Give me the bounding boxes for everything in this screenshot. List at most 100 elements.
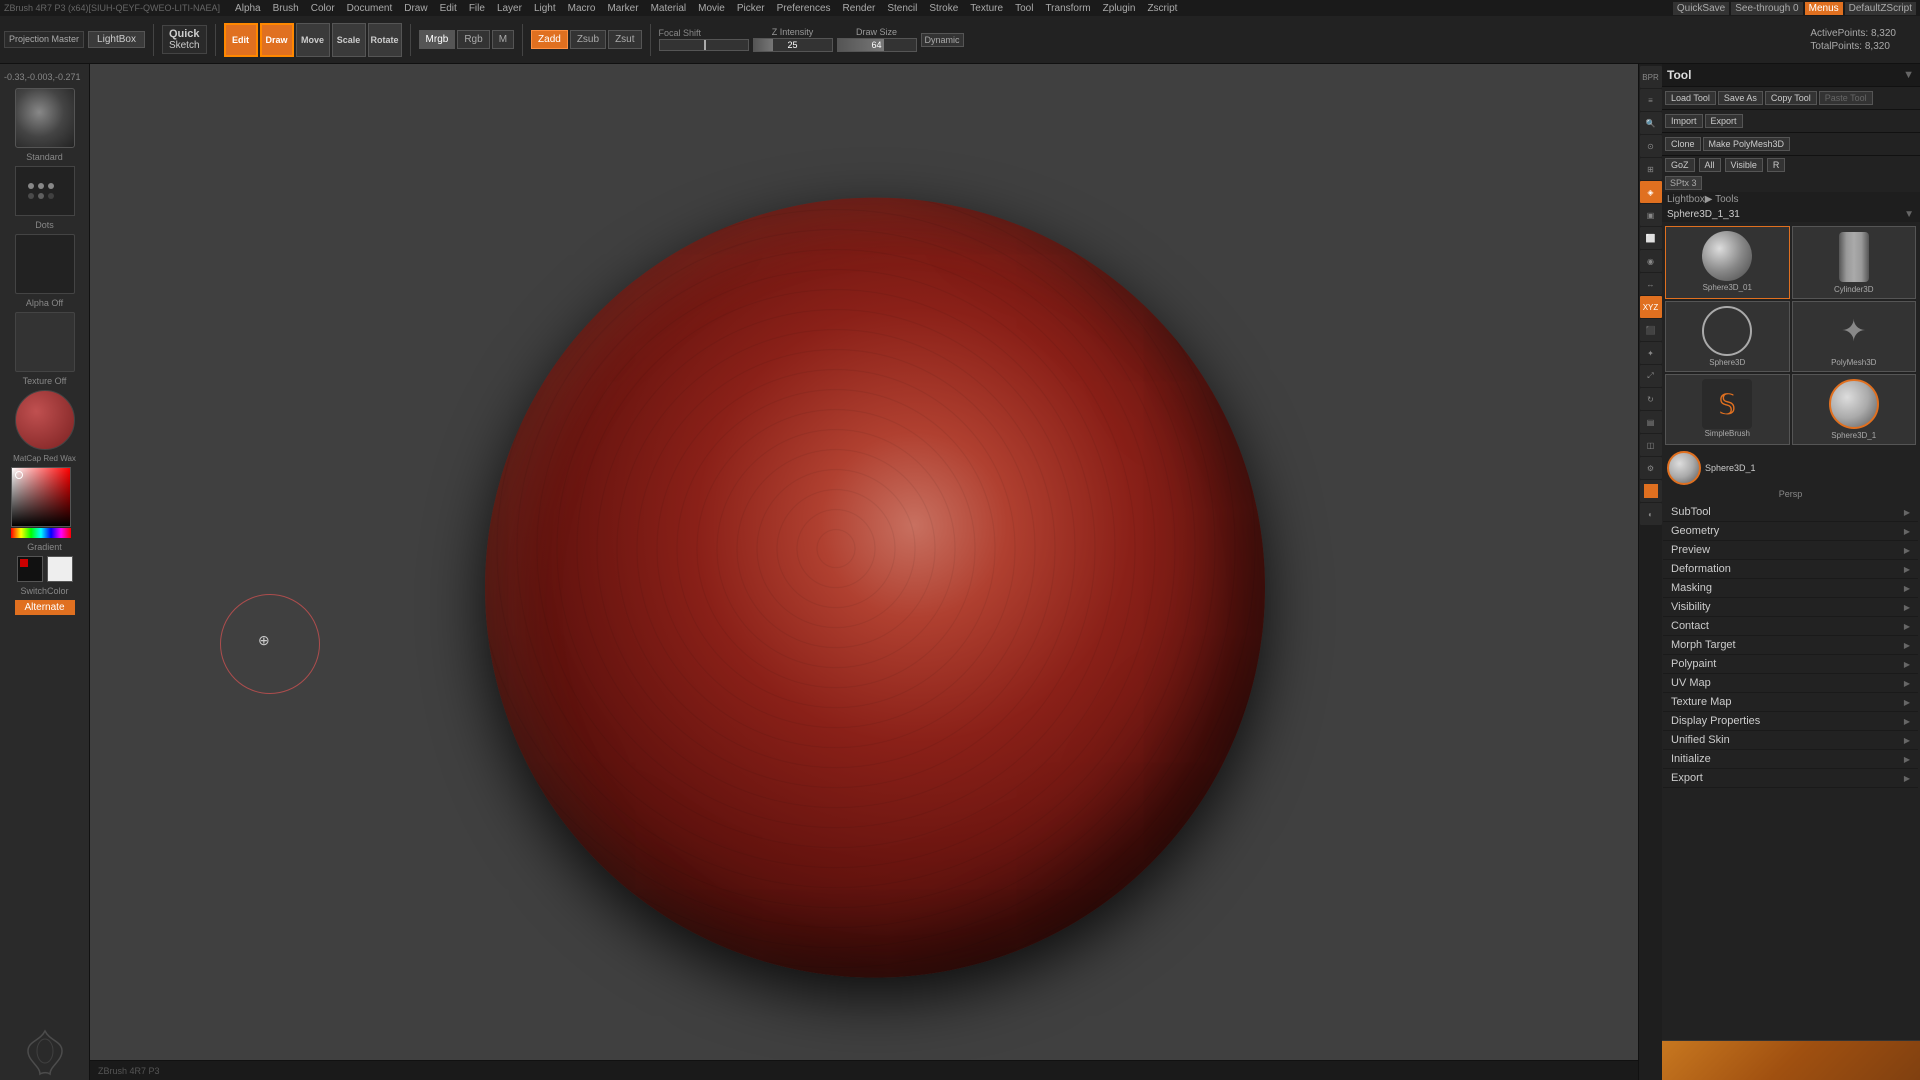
menu-document[interactable]: Document [342,3,398,14]
z-intensity-slider[interactable]: 25 [753,38,833,52]
deformation-item[interactable]: Deformation ▶ [1663,560,1918,579]
alternate-button[interactable]: Alternate [15,600,75,615]
move-button[interactable]: Move [296,23,330,57]
edit-button[interactable]: Edit [224,23,258,57]
zsut-button[interactable]: Zsut [608,30,641,49]
projection-master[interactable]: Projection Master [4,31,84,48]
copy-tool-button[interactable]: Copy Tool [1765,91,1817,105]
menu-render[interactable]: Render [838,3,881,14]
frame-icon-btn[interactable]: ⬛ [1640,319,1662,341]
menu-zplugin[interactable]: Zplugin [1098,3,1141,14]
preview-item[interactable]: Preview ▶ [1663,541,1918,560]
menu-color[interactable]: Color [306,3,340,14]
menu-transform[interactable]: Transform [1040,3,1095,14]
canvas-background[interactable]: ⊕ [90,64,1660,1080]
visible-button[interactable]: Visible [1725,158,1763,172]
floor-icon-btn[interactable]: ⬜ [1640,227,1662,249]
mesh-thumb-cylinder3d[interactable]: Cylinder3D [1792,226,1917,299]
dynamic-icon-btn[interactable]: ◈ [1640,181,1662,203]
texture-preview[interactable] [15,312,75,372]
make-polymesh3d-button[interactable]: Make PolyMesh3D [1703,137,1791,151]
local-icon-btn[interactable]: ◉ [1640,250,1662,272]
sphere-object[interactable] [485,198,1265,978]
color-gradient-square[interactable] [11,467,71,527]
clone-button[interactable]: Clone [1665,137,1701,151]
scale-icon-btn[interactable]: ⤢ [1640,365,1662,387]
export-button[interactable]: Export [1705,114,1743,128]
persp-icon-btn[interactable]: ▣ [1640,204,1662,226]
zsub-button[interactable]: Zsub [570,30,606,49]
menu-brush[interactable]: Brush [268,3,304,14]
geometry-item[interactable]: Geometry ▶ [1663,522,1918,541]
mesh-thumb-sphere3d-wire[interactable]: Sphere3D [1665,301,1790,372]
menu-texture[interactable]: Texture [965,3,1008,14]
polyf-icon-btn[interactable]: ◫ [1640,434,1662,456]
paste-tool-button[interactable]: Paste Tool [1819,91,1873,105]
xyz-icon-btn[interactable]: XYZ [1640,296,1662,318]
background-color[interactable] [47,556,73,582]
hue-slider[interactable] [11,528,71,538]
solo-icon-btn[interactable]: ◐ [1640,503,1662,525]
goz-button[interactable]: GoZ [1665,158,1695,172]
setup-icon-btn[interactable]: ⚙ [1640,457,1662,479]
mesh-thumb-sphere3d01[interactable]: Sphere3D_01 [1665,226,1790,299]
menu-macro[interactable]: Macro [563,3,601,14]
bpr-icon-btn[interactable]: BPR [1640,66,1662,88]
menu-tool[interactable]: Tool [1010,3,1038,14]
brush-preview[interactable] [15,88,75,148]
focal-shift-slider[interactable] [659,39,749,51]
menu-preferences[interactable]: Preferences [772,3,836,14]
menu-stencil[interactable]: Stencil [882,3,922,14]
quicksave-button[interactable]: QuickSave [1673,2,1729,15]
mesh-thumb-simplebrush[interactable]: 𝕊 SimpleBrush [1665,374,1790,445]
m-button[interactable]: M [492,30,514,49]
menu-zscript[interactable]: Zscript [1142,3,1182,14]
alpha-preview[interactable] [15,234,75,294]
material-preview[interactable] [15,390,75,450]
dynamic-material-swatch[interactable] [1661,1040,1920,1080]
mrgb-button[interactable]: Mrgb [419,30,456,49]
morph-target-item[interactable]: Morph Target ▶ [1663,636,1918,655]
dots-brush-preview[interactable] [15,166,75,216]
unified-skin-item[interactable]: Unified Skin ▶ [1663,731,1918,750]
actual-icon-btn[interactable]: ⊙ [1640,135,1662,157]
all-button[interactable]: All [1699,158,1721,172]
uv-map-item[interactable]: UV Map ▶ [1663,674,1918,693]
texture-map-item[interactable]: Texture Map ▶ [1663,693,1918,712]
r-button[interactable]: R [1767,158,1786,172]
quick-sketch-btn[interactable]: Quick Sketch [162,25,207,54]
aahal-icon-btn[interactable]: ⊞ [1640,158,1662,180]
initialize-item[interactable]: Initialize ▶ [1663,750,1918,769]
export-item[interactable]: Export ▶ [1663,769,1918,788]
contact-item[interactable]: Contact ▶ [1663,617,1918,636]
subtool-item[interactable]: SubTool ▶ [1663,503,1918,522]
load-tool-button[interactable]: Load Tool [1665,91,1716,105]
draw-size-slider[interactable]: 64 [837,38,917,52]
lightbox-btn[interactable]: LightBox [88,31,145,48]
mesh-thumb-polymesh3d[interactable]: ✦ PolyMesh3D [1792,301,1917,372]
menu-edit[interactable]: Edit [435,3,462,14]
menu-layer[interactable]: Layer [492,3,527,14]
rotate-icon-btn[interactable]: ↻ [1640,388,1662,410]
scroll-icon-btn[interactable]: ≡ [1640,89,1662,111]
save-as-button[interactable]: Save As [1718,91,1763,105]
rgb-button[interactable]: Rgb [457,30,489,49]
polypaint-item[interactable]: Polypaint ▶ [1663,655,1918,674]
see-through-button[interactable]: See-through 0 [1731,2,1802,15]
menu-movie[interactable]: Movie [693,3,730,14]
dynamic2-icon-btn[interactable] [1640,480,1662,502]
lsym-icon-btn[interactable]: ↔ [1640,273,1662,295]
lightbox-tools-row[interactable]: Lightbox▶ Tools [1661,192,1920,207]
move-icon-btn[interactable]: ✦ [1640,342,1662,364]
default-zscript-button[interactable]: DefaultZScript [1845,2,1916,15]
switch-color-area[interactable] [17,556,73,582]
linefill-icon-btn[interactable]: ▤ [1640,411,1662,433]
menu-material[interactable]: Material [646,3,692,14]
menu-light[interactable]: Light [529,3,561,14]
mesh-thumb-sphere3d-small[interactable]: Sphere3D_1 [1792,374,1917,445]
import-button[interactable]: Import [1665,114,1703,128]
menu-file[interactable]: File [464,3,490,14]
zoom-icon-btn[interactable]: 🔍 [1640,112,1662,134]
dynamic-button[interactable]: Dynamic [921,33,964,47]
foreground-color[interactable] [17,556,43,582]
